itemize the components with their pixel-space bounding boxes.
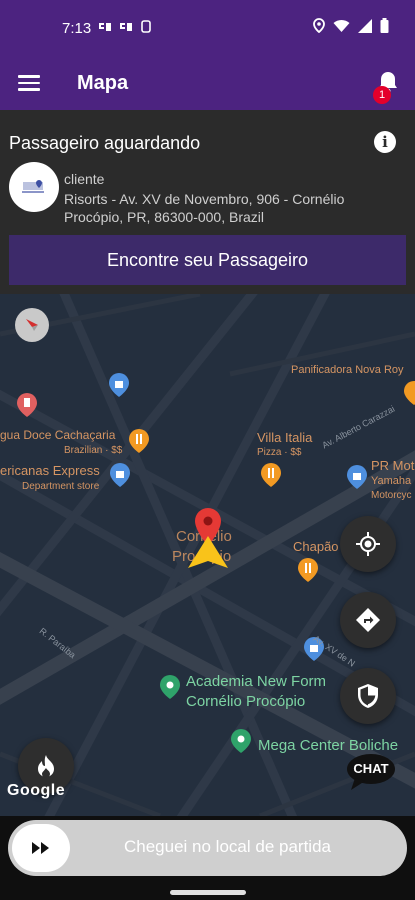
google-logo: Google [7, 782, 66, 799]
arrival-slider[interactable]: Cheguei no local de partida [8, 820, 407, 876]
map-label: Brazilian · $$ [64, 445, 123, 456]
restaurant-pin-icon[interactable] [260, 462, 282, 488]
slider-label: Cheguei no local de partida [124, 837, 331, 856]
status-left-icons [98, 20, 151, 36]
shopping-pin-icon[interactable] [108, 372, 130, 398]
wifi-icon [333, 19, 350, 32]
signal-icon [358, 18, 372, 33]
panel-title: Passageiro aguardando [9, 133, 201, 153]
client-name: cliente [64, 171, 105, 187]
restaurant-pin-icon[interactable] [16, 392, 38, 418]
status-bar: 7:13 [0, 0, 415, 58]
bottom-bar: Cheguei no local de partida [0, 816, 415, 900]
chat-button[interactable]: CHAT [345, 752, 397, 792]
fast-forward-icon [32, 842, 49, 854]
restaurant-pin-icon[interactable] [297, 557, 319, 583]
menu-icon[interactable] [18, 72, 42, 94]
map-label: PR Mot [371, 458, 415, 473]
find-passenger-button[interactable]: Encontre seu Passageiro [9, 235, 406, 285]
map-label: Academia New Form [186, 673, 327, 690]
sim-icon [120, 23, 133, 31]
sim-icon [99, 23, 111, 31]
info-icon[interactable]: i [374, 131, 396, 153]
app-bar: Mapa [0, 58, 415, 110]
directions-button[interactable] [340, 592, 396, 648]
place-pin-icon[interactable] [230, 728, 252, 754]
passenger-panel: Passageiro aguardando i cliente Risorts … [0, 110, 415, 294]
map-label: Villa Italia [257, 430, 313, 445]
driver-location-icon [188, 536, 228, 568]
avatar [9, 162, 59, 212]
place-pin-icon[interactable] [159, 674, 181, 700]
map-label: ericanas Express [0, 463, 100, 478]
slider-handle[interactable] [12, 824, 70, 872]
my-location-button[interactable] [340, 516, 396, 572]
fire-icon [38, 755, 54, 778]
shield-icon [358, 684, 378, 708]
map-label: Panificadora Nova Roy [291, 364, 404, 376]
home-indicator[interactable] [170, 890, 246, 895]
safety-button[interactable] [340, 668, 396, 724]
battery-icon [380, 18, 389, 33]
restaurant-pin-icon[interactable] [128, 428, 150, 454]
directions-icon [356, 608, 380, 632]
my-location-icon [356, 532, 380, 556]
page-title: Mapa [77, 72, 129, 94]
shopping-pin-icon[interactable] [109, 462, 131, 488]
notification-badge: 1 [373, 86, 391, 104]
pickup-address: Risorts - Av. XV de Novembro, 906 - Corn… [64, 191, 345, 225]
location-icon [313, 18, 325, 33]
map-label: Motorcyc [371, 490, 412, 501]
map-label: Department store [22, 481, 100, 492]
client-logo-icon [10, 163, 58, 211]
map-label: Chapão [293, 539, 339, 554]
restaurant-pin-icon[interactable] [403, 380, 415, 406]
compass-icon[interactable] [15, 308, 49, 342]
map-label: Pizza · $$ [257, 447, 302, 458]
map-label: Yamaha [371, 475, 412, 487]
chat-label: CHAT [353, 761, 389, 776]
notification-icon [140, 20, 151, 33]
map-label: gua Doce Cachaçaria [0, 428, 116, 442]
status-right-icons [313, 18, 389, 33]
map-label: Cornélio Procópio [186, 693, 306, 710]
map-view[interactable]: Panificadora Nova Roy gua Doce Cachaçari… [0, 294, 415, 816]
status-time: 7:13 [62, 20, 92, 37]
shopping-pin-icon[interactable] [346, 464, 368, 490]
